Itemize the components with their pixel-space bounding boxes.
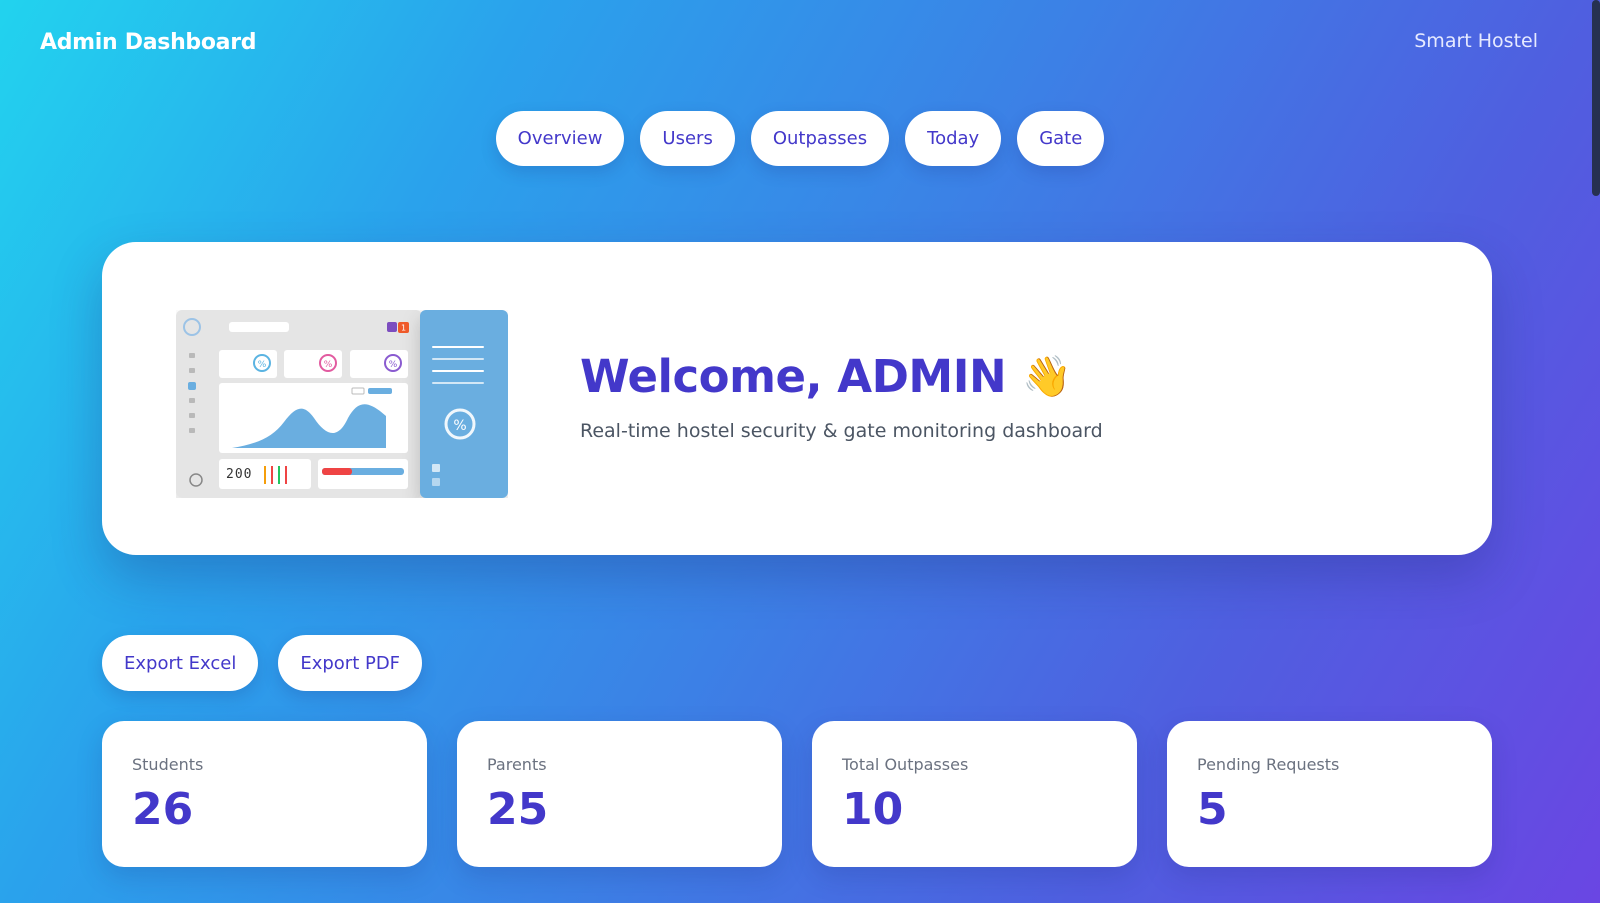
stat-value: 5 <box>1197 784 1228 835</box>
stat-card-pending-requests: Pending Requests 5 <box>1167 721 1492 867</box>
illustration-bar <box>264 466 266 484</box>
illustration-mini-card <box>219 350 277 378</box>
illustration-percent: % <box>389 360 398 370</box>
waving-hand-icon: 👋 <box>1022 354 1072 400</box>
stat-label: Parents <box>487 755 547 774</box>
stat-card-students: Students 26 <box>102 721 427 867</box>
illustration-percent: % <box>258 360 267 370</box>
illustration-side-icon <box>432 478 440 486</box>
stat-label: Pending Requests <box>1197 755 1340 774</box>
illustration-nav-dot <box>189 428 195 433</box>
page-scrollbar[interactable] <box>1592 0 1600 903</box>
illustration-bar <box>278 466 280 484</box>
tab-outpasses[interactable]: Outpasses <box>750 111 890 166</box>
welcome-card: 1 % % % 200 % Welcome, ADMIN 👋 Real-time… <box>102 242 1492 555</box>
export-pdf-button[interactable]: Export PDF <box>278 635 423 691</box>
illustration-nav-dot <box>189 368 195 373</box>
top-bar: Admin Dashboard Smart Hostel <box>0 0 1600 90</box>
stat-card-parents: Parents 25 <box>457 721 782 867</box>
illustration-nav-dot <box>189 398 195 403</box>
illustration-line <box>432 358 484 360</box>
stat-value: 25 <box>487 784 549 835</box>
stat-value: 10 <box>842 784 904 835</box>
illustration-side-icon <box>432 464 440 472</box>
welcome-heading: Welcome, ADMIN 👋 <box>580 350 1072 403</box>
illustration-bar <box>271 466 273 484</box>
welcome-text: Welcome, ADMIN <box>580 350 1007 403</box>
illustration-search-bar <box>229 322 289 332</box>
stat-value: 26 <box>132 784 194 835</box>
illustration-gauge-percent: % <box>453 418 466 434</box>
app-name: Smart Hostel <box>1414 30 1538 52</box>
export-excel-button[interactable]: Export Excel <box>102 635 259 691</box>
illustration-mini-card <box>284 350 342 378</box>
export-actions: Export Excel Export PDF <box>102 635 423 691</box>
illustration-percent: % <box>324 360 333 370</box>
illustration-bar <box>285 466 287 484</box>
illustration-line <box>432 382 484 384</box>
page-title: Admin Dashboard <box>40 30 257 55</box>
illustration-progress-fill <box>322 468 352 475</box>
illustration-counter: 200 <box>226 467 252 482</box>
stat-card-total-outpasses: Total Outpasses 10 <box>812 721 1137 867</box>
illustration-legend <box>368 388 392 394</box>
dashboard-illustration: 1 % % % 200 % <box>176 310 508 498</box>
tab-today[interactable]: Today <box>905 111 1002 166</box>
illustration-mini-card <box>350 350 408 378</box>
welcome-subtitle: Real-time hostel security & gate monitor… <box>580 420 1103 442</box>
stat-label: Students <box>132 755 204 774</box>
tab-overview[interactable]: Overview <box>495 111 625 166</box>
scrollbar-thumb[interactable] <box>1592 0 1600 196</box>
illustration-badge-icon <box>387 322 397 332</box>
main-nav: Overview Users Outpasses Today Gate <box>0 111 1600 166</box>
illustration-nav-active <box>188 382 196 390</box>
stats-row: Students 26 Parents 25 Total Outpasses 1… <box>102 721 1492 867</box>
illustration-nav-dot <box>189 353 195 358</box>
illustration-badge-count: 1 <box>401 324 406 333</box>
tab-users[interactable]: Users <box>640 111 735 166</box>
stat-label: Total Outpasses <box>842 755 969 774</box>
tab-gate[interactable]: Gate <box>1017 111 1105 166</box>
illustration-line <box>432 370 484 372</box>
illustration-nav-dot <box>189 413 195 418</box>
illustration-line <box>432 346 484 348</box>
